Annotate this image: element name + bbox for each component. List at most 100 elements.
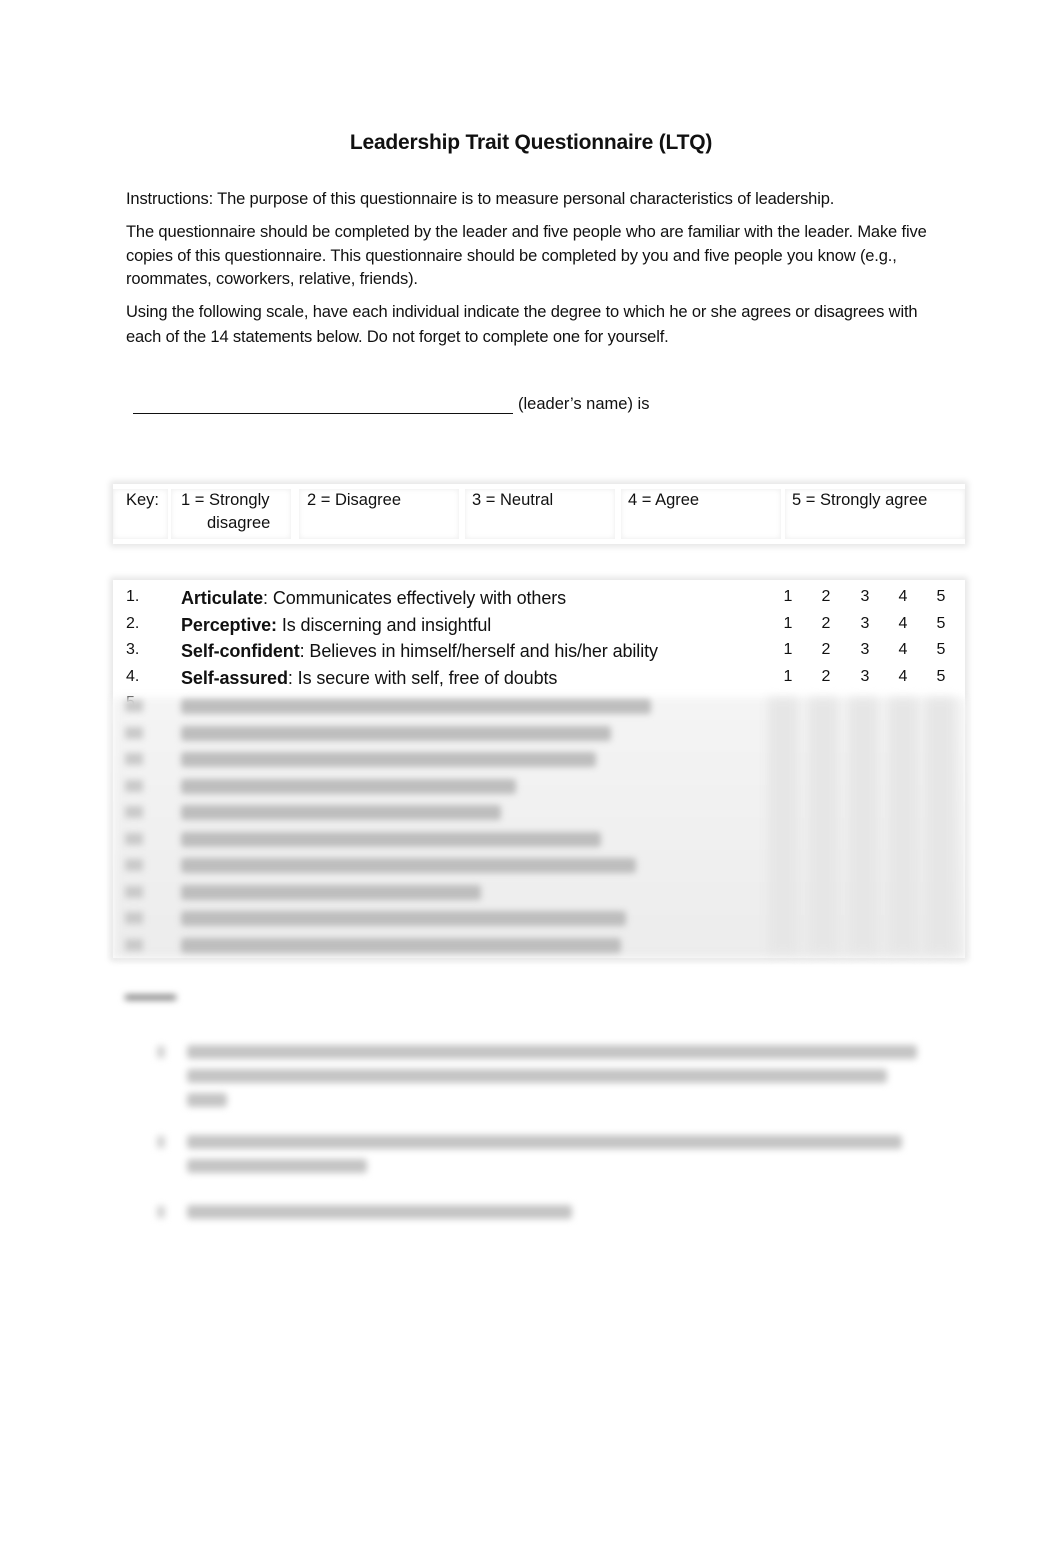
obscured-step-text — [187, 1159, 367, 1173]
item-trait: Perceptive: — [181, 614, 277, 635]
item-number: 4. — [126, 667, 140, 685]
obscured-text — [181, 937, 621, 953]
key-scale-1-line1: 1 = Strongly — [181, 491, 270, 509]
item-statement: Self-assured: Is secure with self, free … — [181, 668, 557, 689]
rating-option-2[interactable]: 2 — [816, 615, 836, 633]
rating-option-4[interactable]: 4 — [893, 588, 913, 606]
rating-option-1[interactable]: 1 — [778, 668, 798, 686]
rating-option-2[interactable]: 2 — [816, 588, 836, 606]
obscured-text — [181, 884, 481, 900]
obscured-number — [125, 938, 143, 951]
document-page: Leadership Trait Questionnaire (LTQ) Ins… — [0, 0, 1062, 1556]
obscured-text — [181, 858, 636, 873]
obscured-text — [181, 725, 611, 741]
rating-option-3[interactable]: 3 — [855, 615, 875, 633]
key-scale-1: 1 = Strongly disagree — [171, 489, 291, 539]
obscured-row — [113, 878, 965, 904]
obscured-number — [125, 753, 143, 765]
table-row: 4. Self-assured: Is secure with self, fr… — [113, 663, 965, 690]
table-row: 2. Perceptive: Is discerning and insight… — [113, 610, 965, 637]
scale-paragraph: Using the following scale, have each ind… — [126, 303, 918, 346]
rating-option-3[interactable]: 3 — [855, 641, 875, 659]
rating-option-1[interactable]: 1 — [778, 641, 798, 659]
rating-option-5[interactable]: 5 — [931, 641, 951, 659]
table-row: 3. Self-confident: Believes in himself/h… — [113, 636, 965, 663]
obscured-text — [181, 831, 601, 847]
item-statement: Articulate: Communicates effectively wit… — [181, 588, 566, 609]
obscured-text — [181, 699, 651, 714]
rating-option-4[interactable]: 4 — [893, 641, 913, 659]
scoring-section: ▬▬▬ — [125, 985, 935, 1219]
rating-option-2[interactable]: 2 — [816, 641, 836, 659]
document-title: Leadership Trait Questionnaire (LTQ) — [349, 131, 713, 154]
obscured-heading: ▬▬▬ — [125, 985, 176, 1004]
rating-option-4[interactable]: 4 — [893, 668, 913, 686]
table-row: 1. Articulate: Communicates effectively … — [113, 583, 965, 610]
obscured-number — [125, 806, 143, 818]
rating-option-5[interactable]: 5 — [931, 588, 951, 606]
obscured-step-text — [187, 1093, 227, 1107]
item-number: 1. — [126, 588, 140, 605]
item-trait: Self-confident — [181, 641, 300, 661]
rating-option-5[interactable]: 5 — [931, 615, 951, 633]
obscured-number — [125, 912, 143, 924]
rating-option-2[interactable]: 2 — [816, 668, 836, 686]
item-description: Is secure with self, free of doubts — [297, 667, 558, 688]
item-separator: : — [263, 588, 273, 608]
item-description: Is discerning and insightful — [281, 614, 492, 635]
obscured-row — [113, 719, 965, 745]
rating-option-1[interactable]: 1 — [778, 588, 798, 606]
obscured-number — [125, 885, 143, 898]
item-statement: Perceptive: Is discerning and insightful — [181, 615, 491, 636]
obscured-step-number — [157, 1046, 165, 1058]
item-statement: Self-confident: Believes in himself/hers… — [181, 641, 658, 662]
obscured-text — [181, 805, 501, 820]
completion-paragraph: The questionnaire should be completed by… — [126, 223, 927, 288]
item-number: 3. — [126, 641, 140, 658]
key-scale-2: 2 = Disagree — [299, 489, 459, 539]
obscured-row — [113, 798, 965, 824]
key-scale-4: 4 = Agree — [621, 489, 781, 539]
item-number: 2. — [126, 614, 140, 632]
rating-option-3[interactable]: 3 — [855, 668, 875, 686]
rating-option-5[interactable]: 5 — [931, 668, 951, 686]
obscured-step-text — [187, 1135, 902, 1149]
obscured-number — [125, 726, 143, 739]
obscured-text — [181, 911, 626, 926]
obscured-step-number — [157, 1206, 165, 1218]
obscured-row — [113, 825, 965, 851]
key-table: Key: 1 = Strongly disagree 2 = Disagree … — [113, 484, 965, 544]
item-separator: : — [287, 667, 298, 688]
obscured-step-text — [187, 1205, 572, 1219]
obscured-number — [125, 859, 143, 871]
item-trait: Self-assured — [181, 667, 288, 688]
obscured-text — [181, 778, 516, 794]
item-description: Communicates effectively with others — [272, 588, 567, 608]
obscured-step-text — [187, 1069, 887, 1083]
rating-option-3[interactable]: 3 — [855, 588, 875, 606]
obscured-text — [181, 752, 596, 767]
obscured-number — [125, 779, 143, 792]
obscured-row — [113, 851, 965, 877]
obscured-number — [125, 832, 143, 845]
key-label: Key: — [113, 489, 168, 539]
items-table: 1. Articulate: Communicates effectively … — [113, 580, 965, 958]
obscured-step-text — [187, 1045, 917, 1059]
leader-name-line: (leader’s name) is — [133, 395, 649, 414]
obscured-row — [113, 772, 965, 798]
rating-option-1[interactable]: 1 — [778, 615, 798, 633]
rating-option-4[interactable]: 4 — [893, 615, 913, 633]
key-scale-5: 5 = Strongly agree — [785, 489, 965, 539]
leader-name-suffix: (leader’s name) is — [518, 395, 650, 413]
key-scale-1-line2: disagree — [207, 514, 271, 532]
obscured-row — [113, 931, 965, 957]
key-scale-3: 3 = Neutral — [465, 489, 615, 539]
instructions-paragraph: Instructions: The purpose of this questi… — [126, 190, 835, 208]
obscured-step-number — [157, 1136, 165, 1148]
obscured-row — [113, 745, 965, 771]
item-description: Believes in himself/herself and his/her … — [309, 641, 658, 661]
item-trait: Articulate — [181, 588, 264, 608]
leader-name-blank[interactable] — [133, 396, 513, 414]
obscured-row — [113, 692, 965, 718]
obscured-number — [125, 700, 143, 712]
